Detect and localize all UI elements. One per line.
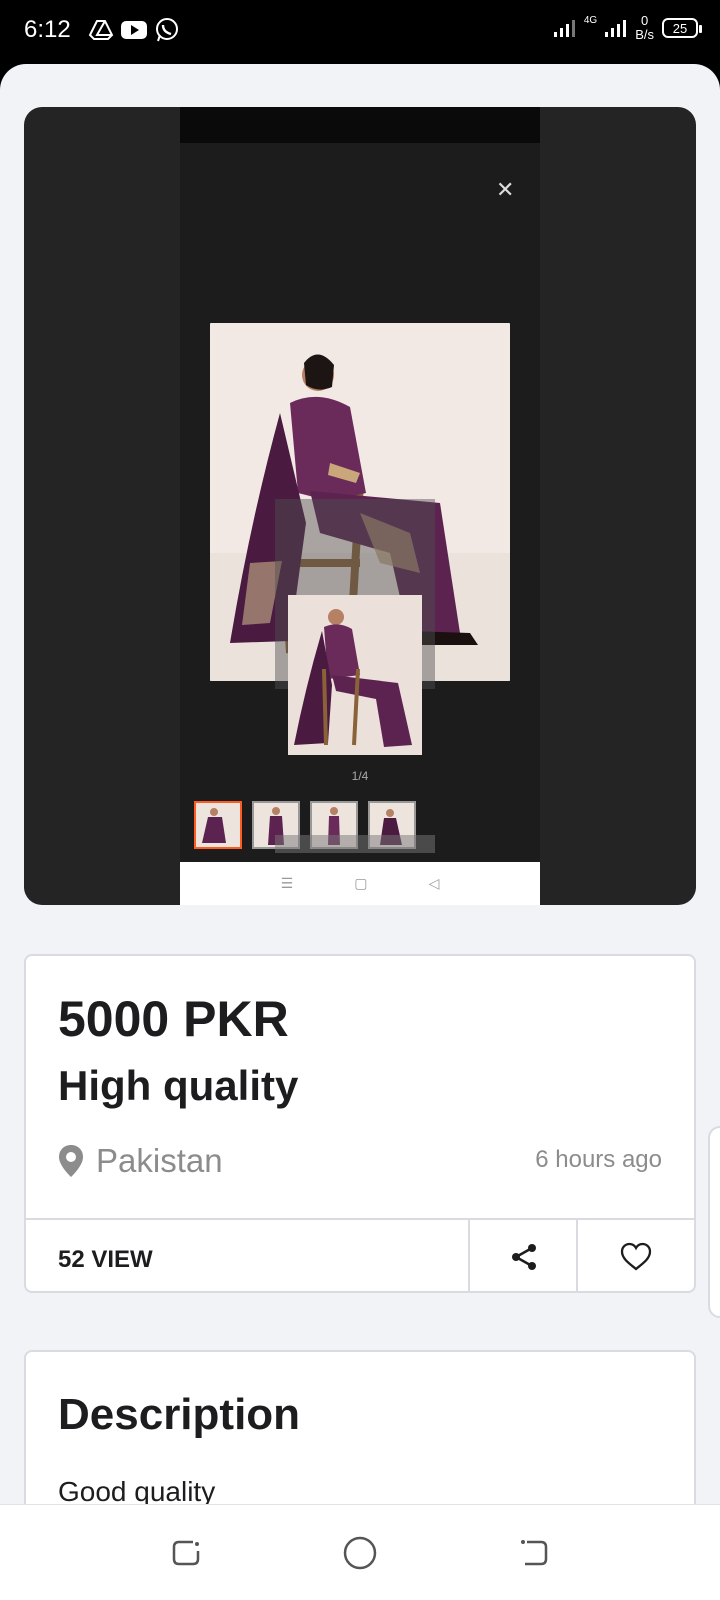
status-indicators: 4G 0 B/s 25 [553,13,702,42]
favorite-button[interactable] [578,1220,694,1293]
status-bar: 6:12 4G 0 B/s 25 [0,0,720,64]
close-icon[interactable]: ✕ [496,177,514,203]
system-navigation-bar [0,1504,720,1600]
menu-icon: ☰ [280,875,294,891]
description-card: Description Good quality [24,1350,696,1504]
home-button[interactable] [340,1533,380,1573]
description-text: Good quality [58,1476,216,1504]
location: Pakistan [58,1142,223,1180]
side-drawer-handle[interactable] [708,1126,720,1318]
home-square-icon: ▢ [354,875,368,891]
embedded-nav-bar: ☰ ▢ ◁ [180,862,540,905]
thumbnail-1[interactable] [194,801,242,849]
network-type: 4G [583,14,598,26]
media-gallery[interactable]: ✕ 1/4 ☰ ▢ ◁ [24,107,696,905]
notification-icons [88,17,180,43]
share-icon [512,1243,536,1270]
youtube-icon [121,21,147,39]
signal-2-icon [605,20,627,37]
view-count: 52 VIEW [58,1246,153,1273]
image-counter: 1/4 [351,769,369,783]
heart-icon [620,1242,652,1270]
back-icon [521,1540,548,1566]
location-label: Pakistan [96,1142,223,1179]
drive-icon [88,20,114,40]
location-pin-icon [59,1145,83,1177]
home-circle-icon [343,1536,377,1570]
posted-time: 6 hours ago [535,1146,662,1173]
description-heading: Description [58,1390,301,1439]
status-time: 6:12 [24,16,71,43]
recent-apps-button[interactable] [166,1533,206,1573]
listing-title: High quality [58,1062,299,1109]
price: 5000 PKR [58,991,289,1047]
back-triangle-icon: ◁ [428,875,440,891]
listing-info-card: 5000 PKR High quality Pakistan 6 hours a… [24,954,696,1293]
recent-apps-icon [172,1540,200,1566]
network-speed: 0 B/s [635,13,654,42]
battery-icon: 25 [662,18,702,38]
share-button[interactable] [470,1220,578,1293]
whatsapp-icon [156,18,178,42]
listing-sheet: ✕ 1/4 ☰ ▢ ◁ 5000 PKR High quality Pakist… [0,64,720,1504]
zoom-preview [288,595,422,755]
signal-icon [553,20,575,37]
product-image-frame: ✕ 1/4 ☰ ▢ ◁ [180,107,540,905]
back-button[interactable] [514,1533,554,1573]
